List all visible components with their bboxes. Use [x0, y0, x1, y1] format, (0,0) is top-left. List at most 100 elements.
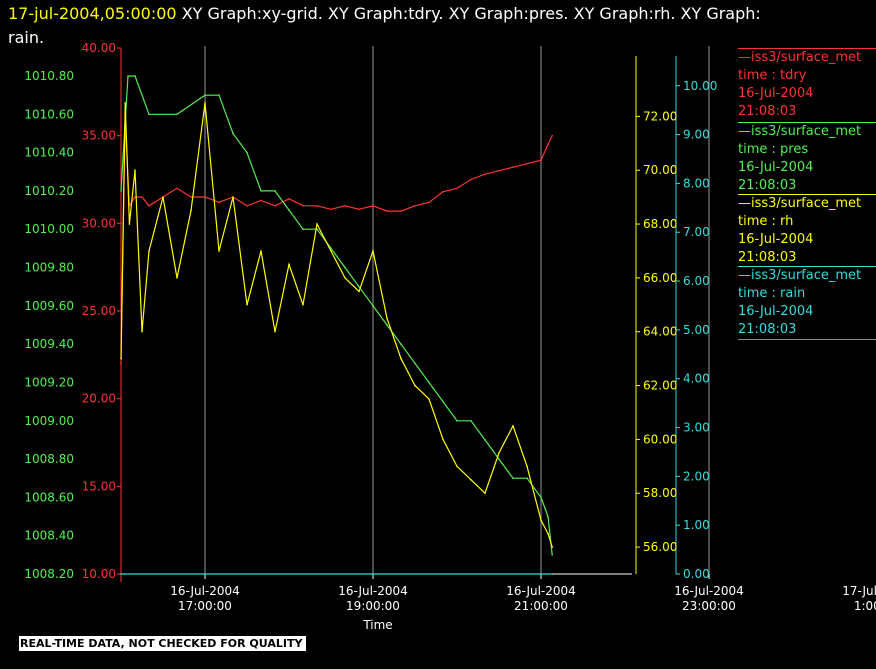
- data-point-rh: [260, 250, 262, 252]
- legend-entry-rh: —iss3/surface_met time : rh 16-Jul-2004 …: [738, 194, 876, 267]
- data-point-rh: [274, 330, 276, 333]
- rain-tick-label: 10.00: [683, 79, 717, 93]
- data-point-rh: [400, 357, 402, 360]
- tdry-tick-label: 15.00: [82, 479, 116, 493]
- data-point-rh: [148, 250, 150, 252]
- data-point-tdry: [540, 159, 542, 162]
- rain-tick-label: 7.00: [683, 225, 710, 239]
- data-point-rh: [190, 209, 192, 212]
- data-point-pres: [120, 190, 122, 192]
- pres-tick-label: 1009.40: [24, 337, 74, 351]
- data-point-rh: [498, 452, 500, 454]
- data-point-pres: [148, 113, 150, 116]
- data-point-tdry: [218, 201, 220, 204]
- legend-time: 21:08:03: [738, 250, 797, 265]
- pres-tick-label: 1010.20: [24, 184, 74, 198]
- rh-tick-label: 56.00: [643, 540, 677, 554]
- legend-source: —iss3/surface_met: [738, 50, 862, 65]
- x-tick-label-time: 19:00:00: [346, 599, 400, 613]
- rain-tick-label: 2.00: [683, 469, 710, 483]
- data-point-tdry: [344, 205, 346, 207]
- legend-field: time : pres: [738, 142, 809, 157]
- data-point-rh: [204, 102, 206, 104]
- rain-tick-label: 0.00: [683, 567, 710, 581]
- rain-tick-label: 6.00: [683, 274, 710, 288]
- pres-tick-label: 1008.40: [24, 529, 74, 543]
- data-point-pres: [204, 94, 206, 96]
- data-point-rh: [512, 425, 514, 427]
- data-point-rh: [358, 290, 360, 293]
- data-point-tdry: [148, 205, 150, 207]
- x-tick-label-date: 16-Jul-2004: [674, 584, 744, 598]
- data-point-tdry: [274, 205, 276, 207]
- legend-field: time : rh: [738, 214, 794, 229]
- series-line-pres: [120, 75, 553, 555]
- pres-tick-label: 1009.60: [24, 299, 74, 313]
- data-point-tdry: [512, 166, 514, 169]
- pres-tick-label: 1008.60: [24, 490, 74, 504]
- data-point-rh: [120, 357, 122, 360]
- data-point-pres: [442, 400, 444, 403]
- legend-date: 16-Jul-2004: [738, 86, 814, 101]
- data-point-tdry: [414, 205, 416, 207]
- data-point-pres: [400, 343, 402, 345]
- legend-source: —iss3/surface_met: [738, 268, 862, 283]
- data-point-tdry: [190, 196, 192, 198]
- data-point-pres: [540, 496, 542, 499]
- data-point-tdry: [288, 197, 290, 200]
- rain-tick-label: 5.00: [683, 323, 710, 337]
- data-point-rh: [414, 384, 416, 387]
- data-point-rh: [540, 519, 542, 521]
- rh-tick-label: 58.00: [643, 486, 677, 500]
- data-point-tdry: [428, 201, 430, 204]
- legend-time: 21:08:03: [738, 104, 797, 119]
- legend-field: time : tdry: [738, 68, 807, 83]
- data-point-rh: [176, 277, 178, 279]
- data-point-rh: [372, 250, 374, 252]
- data-point-rh: [470, 478, 472, 481]
- x-axis-label: Time: [362, 618, 392, 632]
- data-point-pres: [428, 381, 430, 384]
- legend-date: 16-Jul-2004: [738, 160, 814, 175]
- data-point-pres: [547, 515, 549, 518]
- data-point-pres: [526, 477, 528, 480]
- rh-tick-label: 66.00: [643, 271, 677, 285]
- data-point-tdry: [551, 134, 553, 137]
- x-tick-label-date: 16-Jul-2004: [506, 584, 576, 598]
- data-point-pres: [260, 190, 262, 192]
- data-point-rh: [526, 465, 528, 468]
- data-point-rh: [124, 102, 126, 104]
- rain-tick-label: 1.00: [683, 518, 710, 532]
- data-point-pres: [414, 362, 416, 365]
- rh-tick-label: 64.00: [643, 325, 677, 339]
- data-point-rh: [232, 196, 234, 198]
- rh-tick-label: 60.00: [643, 432, 677, 446]
- data-point-tdry: [498, 169, 500, 172]
- data-point-rh: [246, 304, 248, 306]
- data-point-pres: [484, 439, 486, 441]
- data-point-rh: [134, 169, 136, 172]
- data-point-pres: [134, 75, 136, 77]
- data-point-tdry: [386, 210, 388, 212]
- legend-time: 21:08:03: [738, 178, 797, 193]
- data-point-rh: [456, 465, 458, 468]
- pres-tick-label: 1009.80: [24, 261, 74, 275]
- data-point-pres: [127, 75, 129, 77]
- data-point-pres: [512, 477, 514, 480]
- data-point-rh: [547, 532, 549, 535]
- data-point-rh: [442, 438, 444, 441]
- legend-entry-pres: —iss3/surface_met time : pres 16-Jul-200…: [738, 122, 876, 195]
- data-point-pres: [232, 132, 234, 135]
- data-point-tdry: [260, 199, 262, 202]
- series-line-rh: [120, 102, 553, 548]
- tdry-tick-label: 35.00: [82, 129, 116, 143]
- data-point-rain: [551, 573, 553, 575]
- data-point-tdry: [176, 187, 178, 190]
- legend-time: 21:08:03: [738, 322, 797, 337]
- pres-tick-label: 1009.00: [24, 414, 74, 428]
- data-point-rh: [551, 546, 553, 548]
- data-point-pres: [274, 190, 276, 192]
- data-point-tdry: [400, 210, 402, 212]
- data-point-tdry: [330, 208, 332, 211]
- pres-tick-label: 1010.00: [24, 222, 74, 236]
